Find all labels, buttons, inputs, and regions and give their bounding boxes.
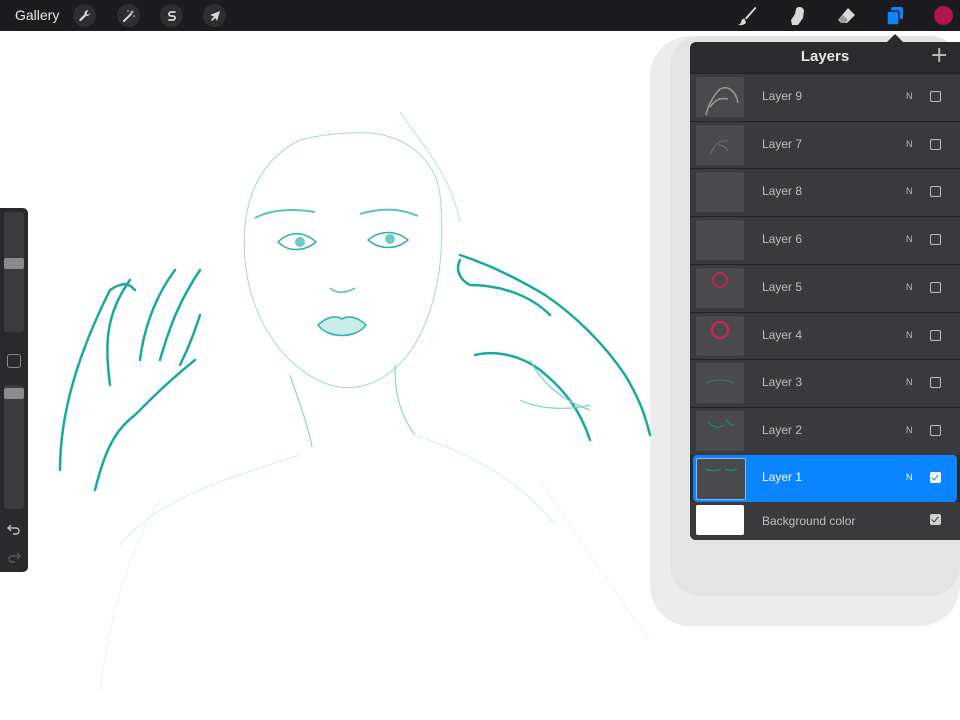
arrow-cursor-icon <box>209 10 220 21</box>
background-color-swatch[interactable] <box>696 505 744 535</box>
right-hand <box>456 253 652 442</box>
modify-button[interactable] <box>7 354 21 368</box>
layers-button[interactable] <box>883 5 907 27</box>
background-color-row[interactable]: Background color <box>690 502 960 540</box>
layer-name: Layer 4 <box>762 327 803 342</box>
wrench-icon <box>78 9 90 21</box>
layer-thumbnail[interactable] <box>696 220 744 261</box>
neck-right <box>394 364 416 436</box>
layer-row[interactable]: Layer 3 N <box>690 359 960 408</box>
blend-mode-button[interactable]: N <box>906 91 913 101</box>
background-visibility-checkbox[interactable] <box>930 514 941 525</box>
right-eyebrow <box>359 208 419 217</box>
layer-visibility-checkbox[interactable] <box>930 234 941 246</box>
layer-visibility-checkbox[interactable] <box>930 281 941 293</box>
layer-name: Layer 5 <box>762 279 803 294</box>
layer-thumbnail[interactable] <box>696 457 746 500</box>
layer-thumbnail[interactable] <box>696 172 744 213</box>
smudge-finger-icon <box>791 7 804 25</box>
left-pupil <box>295 237 305 247</box>
layer-visibility-checkbox[interactable] <box>930 377 941 389</box>
layer-visibility-checkbox[interactable] <box>930 424 941 436</box>
nose <box>329 287 356 293</box>
brush-size-thumb[interactable] <box>4 258 24 269</box>
smudge-button[interactable] <box>785 5 809 27</box>
face-outline <box>243 132 443 389</box>
layers-icon <box>886 7 903 26</box>
layer-row[interactable]: Layer 6 N <box>690 216 960 265</box>
blend-mode-button[interactable]: N <box>906 377 913 387</box>
eraser-button[interactable] <box>834 5 858 27</box>
add-layer-button[interactable]: + <box>930 43 949 68</box>
background-color-label: Background color <box>762 514 856 528</box>
layer-name: Layer 6 <box>762 232 803 247</box>
opacity-thumb[interactable] <box>4 388 24 399</box>
lips <box>317 316 367 337</box>
left-hand <box>58 268 202 492</box>
layer-row[interactable]: Layer 1 N <box>693 454 957 502</box>
blend-mode-button[interactable]: N <box>906 472 913 482</box>
layer-thumbnail[interactable] <box>696 77 744 117</box>
layer-name: Layer 3 <box>762 375 803 390</box>
layer-visibility-checkbox[interactable] <box>930 471 941 483</box>
brush-icon <box>738 7 757 26</box>
neck-left <box>289 374 313 448</box>
left-eyebrow <box>254 209 316 219</box>
layer-row[interactable]: Layer 8 N <box>690 168 960 217</box>
selection-s-icon <box>167 10 176 21</box>
magic-wand-icon <box>122 9 135 22</box>
brush-button[interactable] <box>735 5 759 27</box>
layer-thumbnail[interactable] <box>696 267 744 308</box>
body-lines <box>99 479 651 691</box>
gallery-button[interactable]: Gallery <box>15 7 59 23</box>
blend-mode-button[interactable]: N <box>906 330 913 340</box>
layer-thumbnail[interactable] <box>696 315 744 356</box>
layers-panel: Layers + Layer 9 N Layer 7 N Layer 8 N Layer 6… <box>690 42 960 540</box>
layer-name: Layer 2 <box>762 422 803 437</box>
layer-row[interactable]: Layer 9 N <box>690 73 960 121</box>
layer-visibility-checkbox[interactable] <box>930 138 941 150</box>
eraser-icon <box>838 8 855 23</box>
layers-panel-header: Layers + <box>690 42 960 72</box>
blend-mode-button[interactable]: N <box>906 282 913 292</box>
adjustments-button[interactable] <box>117 4 140 27</box>
layers-panel-title: Layers <box>800 48 850 65</box>
layer-thumbnail[interactable] <box>696 363 744 404</box>
right-pupil <box>385 234 395 244</box>
blend-mode-button[interactable]: N <box>906 139 913 149</box>
layer-thumbnail[interactable] <box>696 124 744 165</box>
transform-button[interactable] <box>203 4 226 27</box>
opacity-slider[interactable] <box>4 385 24 509</box>
color-picker-button[interactable] <box>934 6 953 25</box>
layer-visibility-checkbox[interactable] <box>930 91 941 102</box>
blend-mode-button[interactable]: N <box>906 186 913 196</box>
layer-name: Layer 1 <box>762 469 803 484</box>
shoulders <box>119 434 556 546</box>
brush-size-slider[interactable] <box>4 212 24 332</box>
layer-row[interactable]: Layer 7 N <box>690 120 960 169</box>
layer-name: Layer 9 <box>762 89 803 103</box>
layer-thumbnail[interactable] <box>696 410 744 451</box>
blend-mode-button[interactable]: N <box>906 425 913 435</box>
top-toolbar: Gallery <box>0 0 960 31</box>
redo-icon <box>8 552 21 563</box>
layer-row[interactable]: Layer 4 N <box>690 311 960 360</box>
layer-visibility-checkbox[interactable] <box>930 329 941 341</box>
plus-icon: + <box>930 43 949 68</box>
layer-name: Layer 8 <box>762 184 803 199</box>
left-sidebar <box>0 208 28 572</box>
layer-name: Layer 7 <box>762 136 803 151</box>
redo-button[interactable] <box>6 549 22 565</box>
undo-button[interactable] <box>6 521 22 537</box>
undo-icon <box>7 524 20 535</box>
layer-visibility-checkbox[interactable] <box>930 186 941 198</box>
actions-button[interactable] <box>73 4 96 27</box>
selection-button[interactable] <box>160 4 183 27</box>
layer-row[interactable]: Layer 2 N <box>690 406 960 455</box>
layer-row[interactable]: Layer 5 N <box>690 263 960 312</box>
blend-mode-button[interactable]: N <box>906 234 913 244</box>
